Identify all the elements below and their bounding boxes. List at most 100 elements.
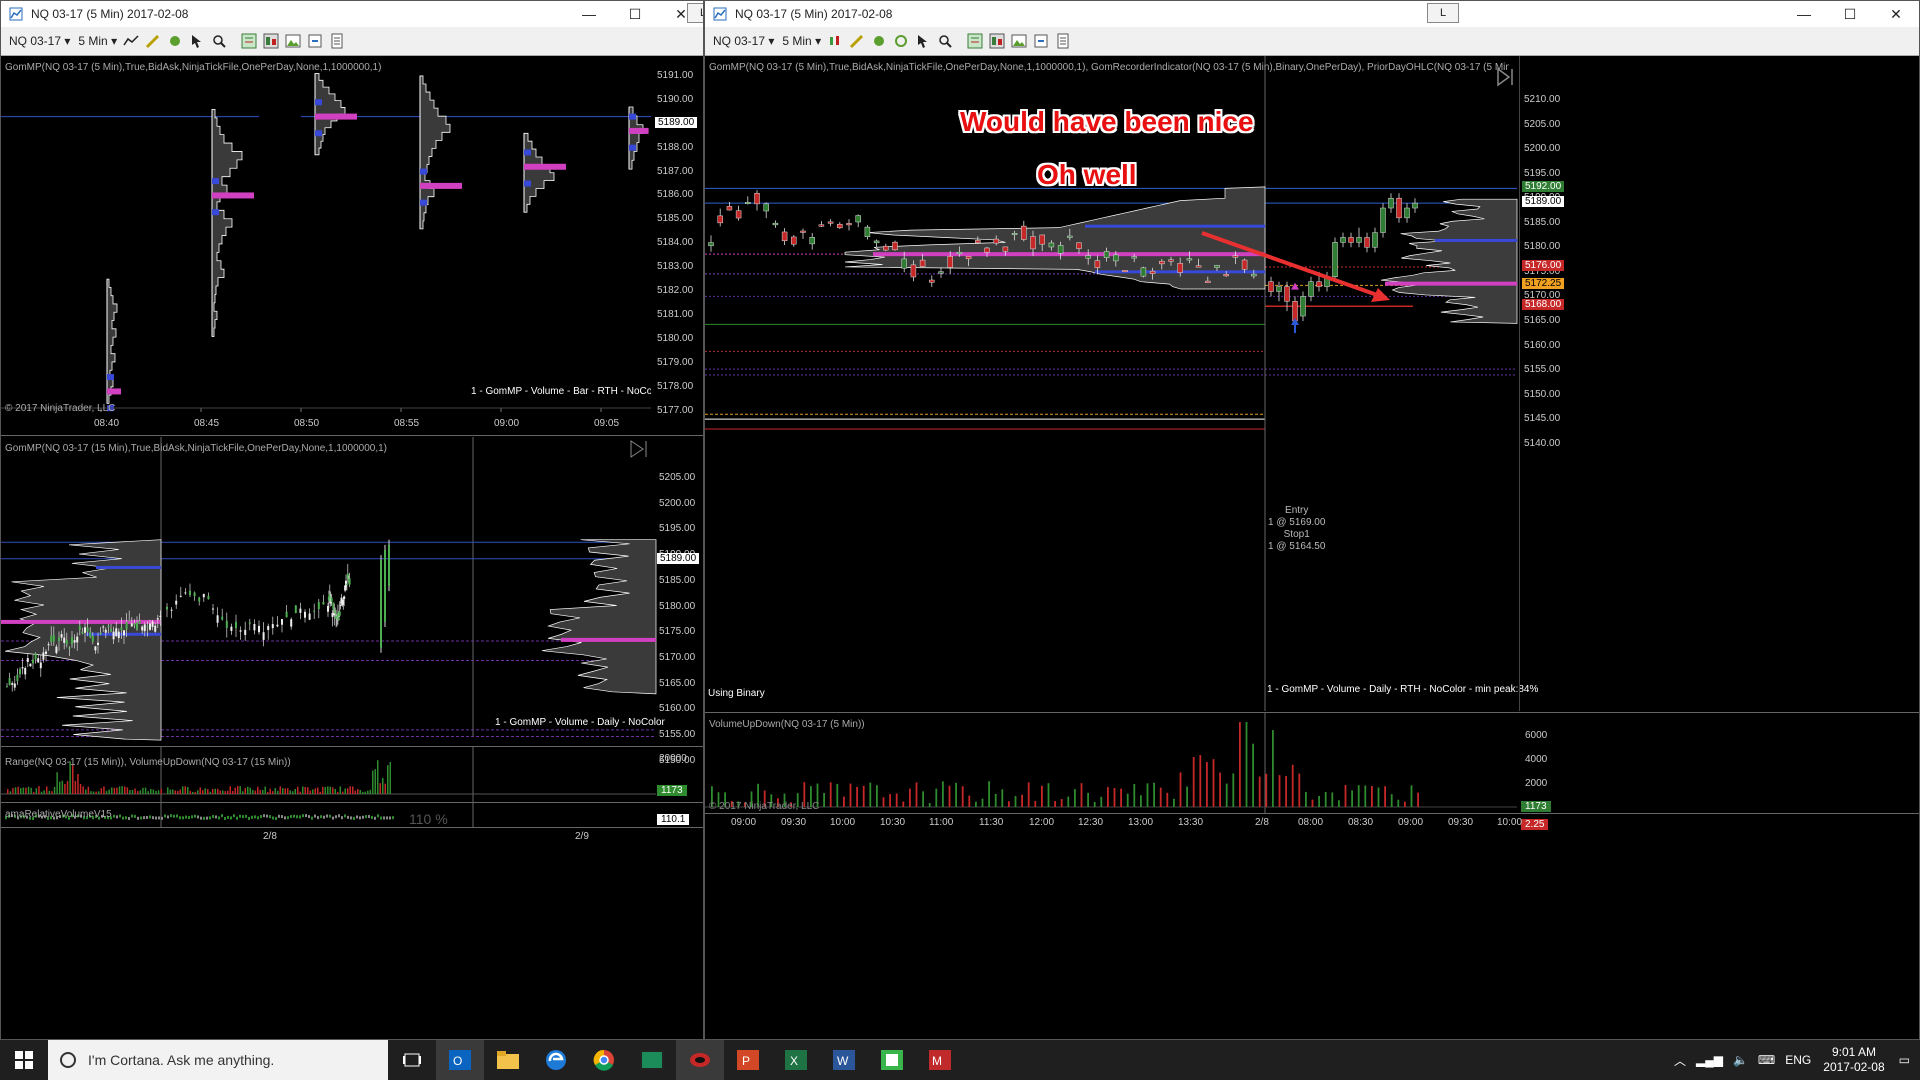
properties-icon[interactable]	[1055, 33, 1071, 49]
volume-bar	[1311, 799, 1314, 807]
chrome-icon[interactable]	[580, 1040, 628, 1080]
pointer-icon[interactable]	[915, 33, 931, 49]
language-indicator[interactable]: ENG	[1785, 1053, 1811, 1067]
volume-bar	[124, 786, 126, 794]
left-interval-selector[interactable]: 5 Min ▾	[78, 34, 117, 48]
volume-bar	[64, 783, 66, 794]
volume-bar	[955, 782, 957, 807]
close-icon[interactable]: ✕	[1873, 1, 1919, 27]
time-label: 08:45	[194, 418, 220, 429]
volume-bar	[915, 782, 918, 807]
minimize-icon[interactable]: —	[566, 1, 612, 27]
templates-icon[interactable]	[989, 33, 1005, 49]
indicator-icon[interactable]	[167, 33, 183, 49]
volume-icon[interactable]: 🔈	[1733, 1053, 1748, 1067]
maximize-icon[interactable]: ☐	[612, 1, 658, 27]
ninjatrader-app-icon[interactable]	[676, 1040, 724, 1080]
volume-bar	[1232, 773, 1235, 807]
network-icon[interactable]: ▂▄▆	[1696, 1053, 1723, 1067]
excel-icon[interactable]: X	[772, 1040, 820, 1080]
volume-bar	[12, 788, 14, 794]
right-link-button[interactable]: L	[1427, 3, 1459, 23]
volume-bar	[1371, 786, 1373, 807]
image-icon[interactable]	[1011, 33, 1027, 49]
left-title-bar[interactable]: NQ 03-17 (5 Min) 2017-02-08 L — ☐ ✕	[1, 1, 703, 27]
right-interval-label: 5 Min	[782, 34, 812, 48]
share-icon[interactable]	[307, 33, 323, 49]
tws-icon[interactable]	[628, 1040, 676, 1080]
strategy-icon[interactable]	[893, 33, 909, 49]
left-instrument-selector[interactable]: NQ 03-17 ▾	[9, 34, 70, 48]
cortana-search-box[interactable]: I'm Cortana. Ask me anything.	[48, 1040, 388, 1080]
right-instrument-label: NQ 03-17	[713, 34, 766, 48]
rv-bar	[215, 815, 217, 819]
volume-bar	[214, 788, 216, 794]
candle-body	[276, 624, 279, 627]
rv-bar	[371, 815, 373, 819]
drawing-tool-icon[interactable]	[849, 33, 865, 49]
indicator-icon[interactable]	[871, 33, 887, 49]
close-icon[interactable]: ✕	[658, 1, 703, 27]
task-view-icon[interactable]	[388, 1040, 436, 1080]
zoom-icon[interactable]	[211, 33, 227, 49]
volume-bar	[319, 791, 321, 794]
volume-bar	[349, 786, 351, 794]
candle-body	[1372, 232, 1378, 248]
price-label: 5155.00	[1524, 364, 1561, 376]
tray-chevron-icon[interactable]: ︿	[1674, 1052, 1686, 1069]
keyboard-icon[interactable]: ⌨	[1758, 1053, 1775, 1067]
volume-bar	[1126, 793, 1129, 807]
volume-bar	[92, 791, 95, 794]
profile-shape	[523, 132, 555, 213]
right-title-bar[interactable]: NQ 03-17 (5 Min) 2017-02-08 L — ☐ ✕	[705, 1, 1919, 27]
minimize-icon[interactable]: —	[1781, 1, 1827, 27]
templates-icon[interactable]	[263, 33, 279, 49]
panel-collapse-icon[interactable]	[1495, 66, 1517, 88]
properties-icon[interactable]	[329, 33, 345, 49]
share-icon[interactable]	[1033, 33, 1049, 49]
zoom-icon[interactable]	[937, 33, 953, 49]
volume-bar	[51, 791, 53, 794]
edge-icon[interactable]	[532, 1040, 580, 1080]
volume-bar	[22, 787, 25, 794]
time-label: 09:00	[731, 817, 757, 828]
candlestick-style-icon[interactable]	[827, 33, 843, 49]
rv-bar	[368, 815, 370, 819]
chart-style-icon[interactable]	[123, 33, 139, 49]
right-instrument-selector[interactable]: NQ 03-17 ▾	[713, 34, 774, 48]
candle-body	[337, 617, 340, 621]
pointer-icon[interactable]	[189, 33, 205, 49]
price-label: 5200.00	[1524, 143, 1561, 155]
file-explorer-icon[interactable]	[484, 1040, 532, 1080]
left-empty-area	[1, 846, 703, 1039]
volume-bar	[142, 787, 144, 794]
volume-bar	[314, 788, 316, 794]
image-icon[interactable]	[285, 33, 301, 49]
date-label: 2/9	[575, 831, 589, 842]
red-app-icon[interactable]: M	[916, 1040, 964, 1080]
volume-bar	[374, 769, 376, 794]
chart-trader-icon[interactable]	[967, 33, 983, 49]
notifications-icon[interactable]: ▭	[1899, 1053, 1910, 1067]
left-chart-window: NQ 03-17 (5 Min) 2017-02-08 L — ☐ ✕ NQ 0…	[0, 0, 704, 1040]
candle-body	[146, 626, 149, 628]
range-indicator-label: Range(NQ 03-17 (15 Min)), VolumeUpDown(N…	[5, 757, 291, 768]
right-interval-selector[interactable]: 5 Min ▾	[782, 34, 821, 48]
maximize-icon[interactable]: ☐	[1827, 1, 1873, 27]
entry-label: Entry 1 @ 5169.00 Stop1 1 @ 5164.50	[1268, 505, 1325, 553]
rv-bar	[362, 815, 364, 819]
start-button[interactable]	[0, 1040, 48, 1080]
value-area-marker	[420, 168, 427, 175]
outlook-icon[interactable]: O	[436, 1040, 484, 1080]
green-app-icon[interactable]	[868, 1040, 916, 1080]
clock[interactable]: 9:01 AM 2017-02-08	[1823, 1045, 1884, 1075]
volume-bar	[337, 791, 339, 794]
volume-bar	[272, 791, 274, 794]
candle-body	[855, 215, 861, 223]
word-icon[interactable]: W	[820, 1040, 868, 1080]
drawing-tool-icon[interactable]	[145, 33, 161, 49]
rv-bar	[269, 815, 271, 819]
chart-trader-icon[interactable]	[241, 33, 257, 49]
price-label: 5182.00	[657, 285, 694, 297]
powerpoint-icon[interactable]: P	[724, 1040, 772, 1080]
